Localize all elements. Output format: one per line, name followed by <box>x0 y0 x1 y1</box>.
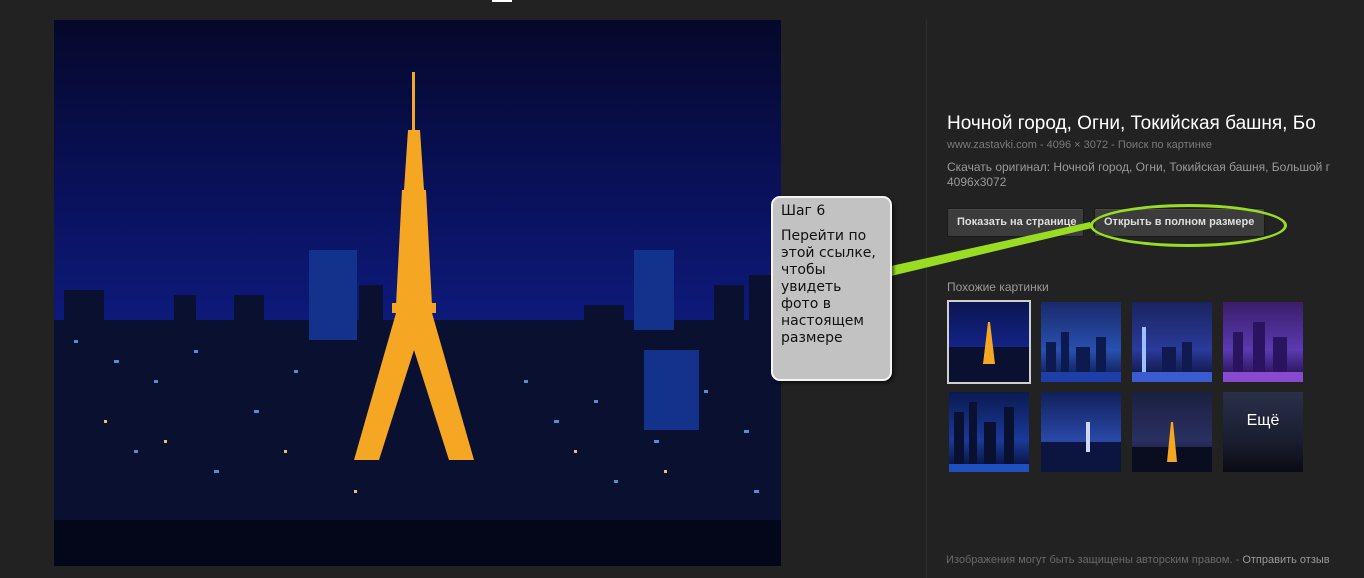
image-description: Скачать оригинал: Ночной город, Огни, То… <box>947 160 1364 190</box>
tower-thumbnail-image <box>1132 422 1212 472</box>
similar-thumbnail[interactable] <box>949 392 1029 472</box>
panel-divider <box>926 20 927 578</box>
similar-thumbnail[interactable] <box>1041 392 1121 472</box>
city-thumbnail-image <box>1041 422 1121 472</box>
tower-thumbnail-image <box>949 322 1029 382</box>
similar-thumbnail[interactable] <box>947 300 1031 384</box>
image-title: Ночной город, Огни, Токийская башня, Бо <box>947 113 1316 134</box>
more-images-thumbnail[interactable]: Ещё <box>1223 392 1303 472</box>
footer: Изображения могут быть защищены авторски… <box>946 554 1330 566</box>
description-line: Скачать оригинал: Ночной город, Огни, То… <box>947 160 1331 174</box>
tokyo-night-skyline-image <box>54 72 781 566</box>
similar-thumbnail[interactable] <box>1132 392 1212 472</box>
image-dimensions: 4096 × 3072 <box>1046 139 1109 151</box>
description-size: 4096x3072 <box>947 175 1007 189</box>
button-highlight-ring <box>1090 204 1287 247</box>
copyright-notice: Изображения могут быть защищены авторски… <box>946 554 1233 566</box>
send-feedback-link[interactable]: Отправить отзыв <box>1242 554 1329 566</box>
similar-thumbnail[interactable] <box>1223 302 1303 382</box>
callout-step: Шаг 6 <box>781 203 826 219</box>
main-image-preview[interactable] <box>54 20 781 566</box>
city-thumbnail-image <box>1223 322 1303 382</box>
city-thumbnail-image <box>1132 327 1212 382</box>
more-images-label: Ещё <box>1246 412 1280 429</box>
image-meta: www.zastavki.com - 4096 × 3072 - Поиск п… <box>947 139 1212 151</box>
show-on-page-button[interactable]: Показать на странице <box>947 208 1084 237</box>
similar-images-label: Похожие картинки <box>947 280 1049 294</box>
city-thumbnail-image <box>1041 332 1121 382</box>
similar-thumbnail[interactable] <box>1041 302 1121 382</box>
similar-thumbnail[interactable] <box>1132 302 1212 382</box>
search-by-image-link[interactable]: Поиск по картинке <box>1118 139 1212 151</box>
city-thumbnail-image <box>949 402 1029 472</box>
top-indicator <box>492 0 512 2</box>
tutorial-callout: Шаг 6 Перейти по этой ссылке, чтобы увид… <box>771 196 892 381</box>
source-link[interactable]: www.zastavki.com <box>947 139 1037 151</box>
callout-text: Перейти по этой ссылке, чтобы увидеть фо… <box>781 228 876 346</box>
